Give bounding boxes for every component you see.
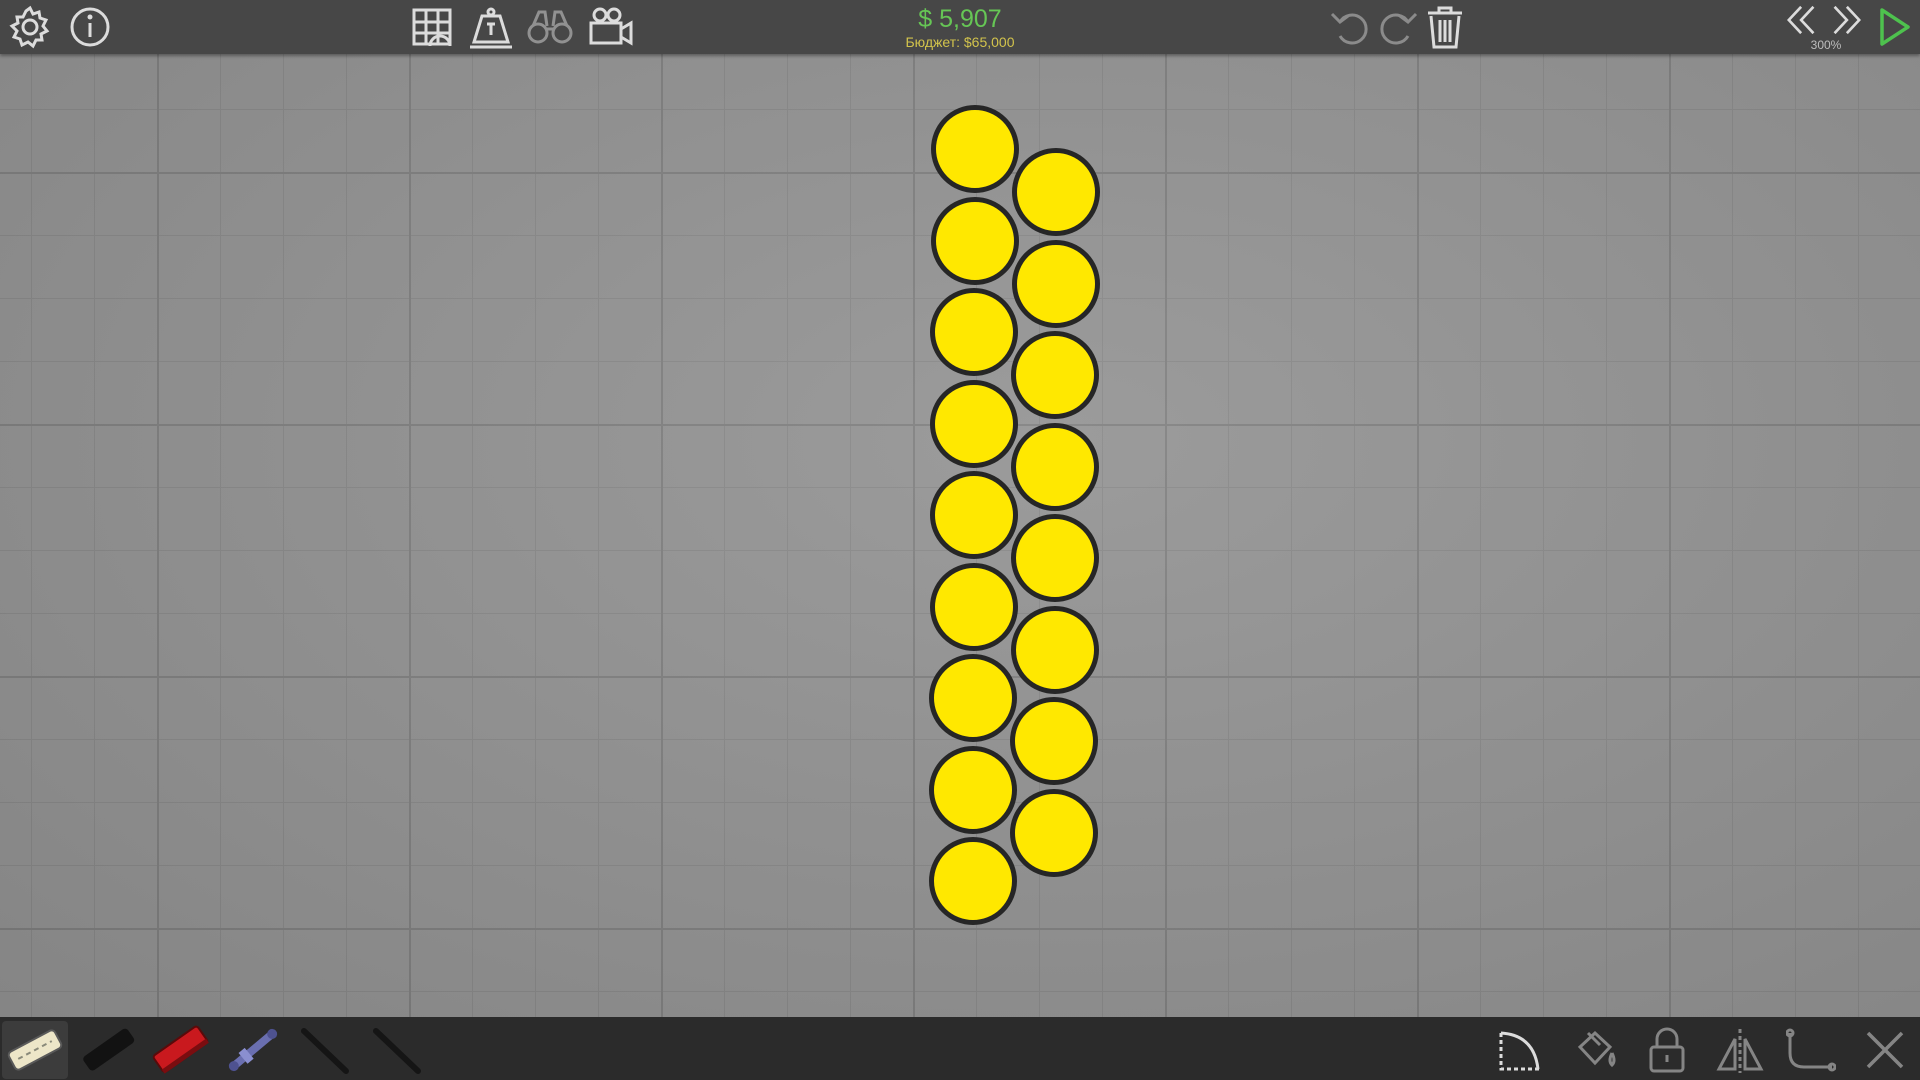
undo-icon[interactable]: [1326, 2, 1376, 52]
left-ball-9[interactable]: [928, 837, 1017, 925]
info-icon[interactable]: [65, 2, 115, 52]
arc-tool-icon[interactable]: [1496, 1025, 1546, 1075]
left-ball-8[interactable]: [928, 745, 1017, 834]
left-ball-6[interactable]: [929, 562, 1018, 651]
build-canvas[interactable]: [0, 54, 1920, 1017]
grid-building-icon[interactable]: [408, 2, 458, 52]
right-ball-7[interactable]: [1010, 697, 1099, 785]
right-ball-8[interactable]: [1009, 788, 1098, 877]
steel-cable-material[interactable]: [364, 1021, 430, 1079]
rewind-icon[interactable]: [1780, 0, 1824, 42]
fast-forward-icon[interactable]: [1824, 0, 1868, 42]
right-ball-6[interactable]: [1010, 605, 1099, 694]
money-remaining: $ 5,907: [918, 5, 1002, 33]
lock-icon[interactable]: [1642, 1025, 1692, 1075]
wood-material[interactable]: [148, 1021, 214, 1079]
right-ball-4[interactable]: [1011, 422, 1100, 511]
right-ball-5[interactable]: [1010, 514, 1099, 602]
hydraulic-material[interactable]: [220, 1021, 286, 1079]
play-icon[interactable]: [1868, 2, 1918, 52]
split-joint-icon[interactable]: [1786, 1025, 1836, 1075]
settings-gear-icon[interactable]: [5, 2, 55, 52]
redo-icon[interactable]: [1372, 2, 1422, 52]
left-ball-7[interactable]: [929, 654, 1018, 742]
close-icon[interactable]: [1860, 1025, 1910, 1075]
budget-display: $ 5,907 Бюджет: $65,000: [860, 4, 1060, 50]
left-ball-4[interactable]: [930, 379, 1019, 468]
binoculars-icon[interactable]: [525, 2, 575, 52]
camera-icon[interactable]: [586, 2, 636, 52]
weight-icon[interactable]: [466, 2, 516, 52]
right-ball-2[interactable]: [1011, 239, 1100, 328]
top-toolbar: $ 5,907 Бюджет: $65,000 300%: [0, 0, 1920, 54]
trash-icon[interactable]: [1420, 2, 1470, 52]
road-material[interactable]: [2, 1021, 68, 1079]
paint-bucket-icon[interactable]: [1570, 1025, 1620, 1075]
left-ball-1[interactable]: [931, 105, 1019, 193]
simulation-speed-label: 300%: [1810, 38, 1842, 52]
budget-total: Бюджет: $65,000: [905, 34, 1015, 50]
rope-material[interactable]: [292, 1021, 358, 1079]
mirror-icon[interactable]: [1715, 1025, 1765, 1075]
left-ball-3[interactable]: [930, 288, 1019, 376]
left-ball-5[interactable]: [929, 471, 1018, 559]
right-ball-1[interactable]: [1012, 148, 1100, 236]
reinforced-road-material[interactable]: [76, 1021, 142, 1079]
right-ball-3[interactable]: [1011, 331, 1100, 419]
left-ball-2[interactable]: [930, 196, 1019, 285]
bottom-toolbar: [0, 1017, 1920, 1080]
